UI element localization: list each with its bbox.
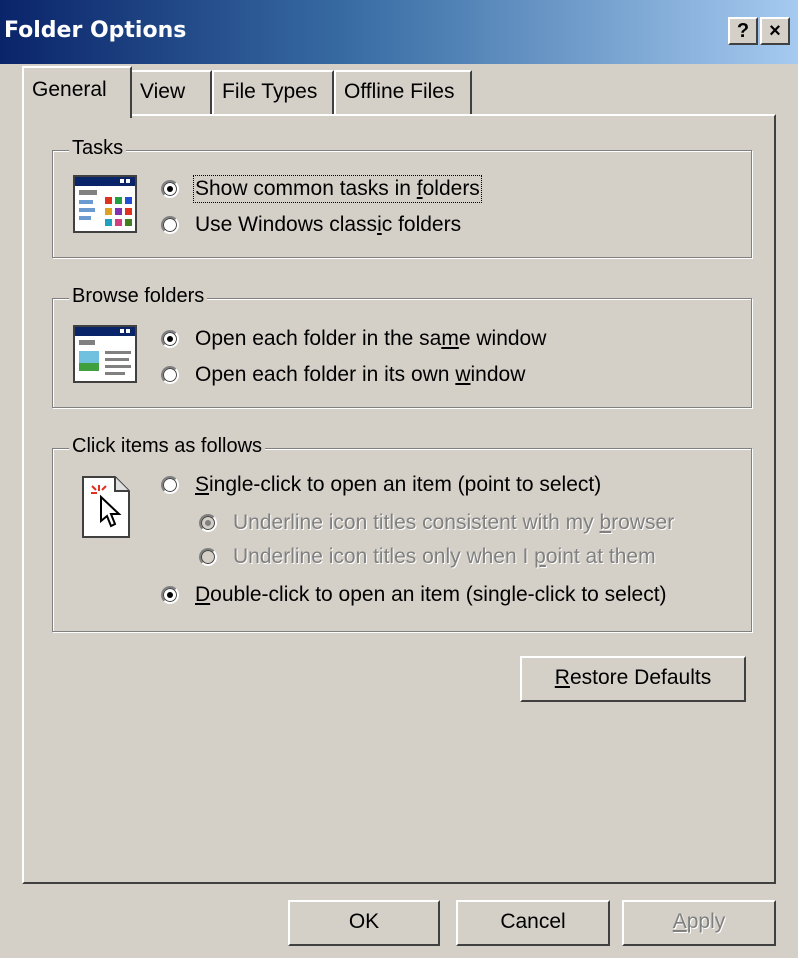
tab-offline-files[interactable]: Offline Files: [334, 70, 472, 116]
click-items-group-title: Click items as follows: [69, 435, 266, 458]
click-pointer-icon: [82, 476, 130, 538]
same-window-label: Open each folder in the same window: [195, 327, 547, 350]
single-click-radio[interactable]: [161, 476, 179, 494]
browse-window-icon: [73, 325, 137, 383]
single-click-label: Single-click to open an item (point to s…: [195, 473, 602, 496]
browse-folders-group-title: Browse folders: [69, 285, 208, 308]
ok-button[interactable]: OK: [288, 900, 440, 946]
click-items-group: Click items as follows Single-click to o…: [52, 435, 752, 632]
cancel-button[interactable]: Cancel: [456, 900, 610, 946]
show-common-tasks-label: Show common tasks in folders: [193, 175, 482, 203]
general-tab-panel: Tasks Show common tasks in folders Use W…: [22, 114, 776, 884]
same-window-option[interactable]: Open each folder in the same window: [161, 327, 546, 351]
show-common-tasks-option[interactable]: Show common tasks in folders: [161, 175, 482, 203]
underline-point-option: Underline icon titles only when I point …: [199, 545, 656, 569]
own-window-label: Open each folder in its own window: [195, 363, 526, 386]
tab-view[interactable]: View: [130, 70, 212, 116]
folder-options-dialog: Folder Options ? × General View File Typ…: [0, 0, 798, 958]
window-title: Folder Options: [4, 18, 187, 43]
close-button[interactable]: ×: [760, 17, 790, 45]
tasks-group: Tasks Show common tasks in folders Use W…: [52, 137, 752, 258]
own-window-option[interactable]: Open each folder in its own window: [161, 363, 525, 387]
double-click-radio[interactable]: [161, 586, 179, 604]
double-click-option[interactable]: Double-click to open an item (single-cli…: [161, 583, 667, 607]
underline-consistent-option: Underline icon titles consistent with my…: [199, 511, 674, 535]
underline-consistent-label: Underline icon titles consistent with my…: [233, 511, 675, 534]
browse-folders-group: Browse folders Open each folder in the s…: [52, 285, 752, 408]
same-window-radio[interactable]: [161, 330, 179, 348]
tab-general[interactable]: General: [22, 66, 132, 118]
underline-consistent-radio: [199, 514, 217, 532]
show-common-tasks-radio[interactable]: [161, 180, 179, 198]
classic-folders-radio[interactable]: [161, 216, 179, 234]
help-button[interactable]: ?: [728, 17, 758, 45]
classic-folders-option[interactable]: Use Windows classic folders: [161, 213, 461, 237]
restore-defaults-button[interactable]: Restore Defaults: [520, 656, 746, 702]
title-bar[interactable]: Folder Options ? ×: [0, 0, 798, 64]
classic-folders-label: Use Windows classic folders: [195, 213, 462, 236]
single-click-option[interactable]: Single-click to open an item (point to s…: [161, 473, 601, 497]
tab-file-types[interactable]: File Types: [212, 70, 334, 116]
own-window-radio[interactable]: [161, 366, 179, 384]
double-click-label: Double-click to open an item (single-cli…: [195, 583, 667, 606]
tasks-folder-icon: [73, 175, 137, 233]
underline-point-label: Underline icon titles only when I point …: [233, 545, 656, 568]
underline-point-radio: [199, 548, 217, 566]
apply-button: Apply: [622, 900, 776, 946]
tasks-group-title: Tasks: [69, 137, 127, 160]
